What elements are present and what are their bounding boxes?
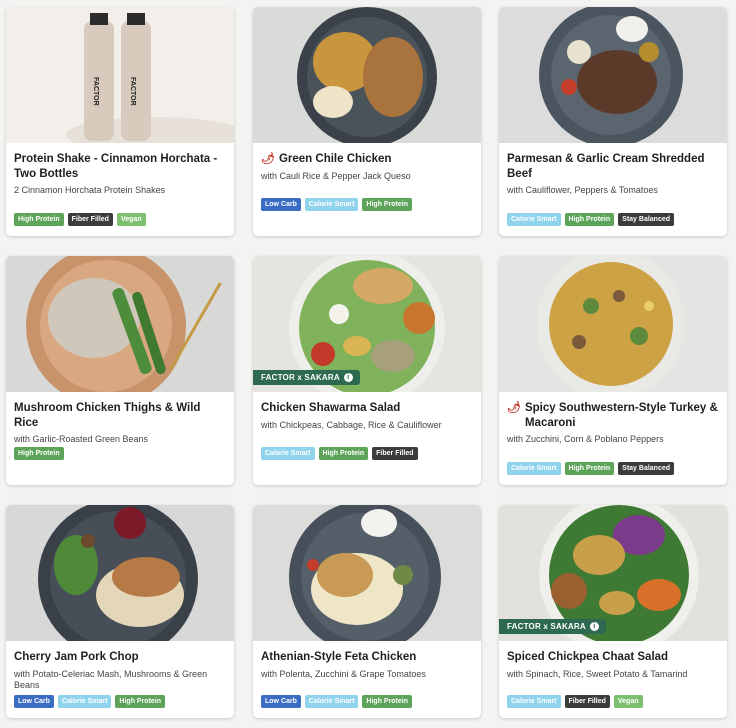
tag-list: Calorie Smart High Protein Fiber Filled [261, 447, 418, 460]
meal-image[interactable] [6, 505, 234, 641]
tag-list: Calorie Smart High Protein Stay Balanced [507, 213, 675, 226]
meal-title[interactable]: Mushroom Chicken Thighs & Wild Rice [14, 401, 226, 430]
tag-high-protein: High Protein [564, 462, 615, 475]
meal-subtitle: with Spinach, Rice, Sweet Potato & Tamar… [507, 668, 688, 679]
meal-image[interactable]: FACTOR x SAKARA i [499, 505, 727, 641]
tag-calorie-smart: Calorie Smart [261, 447, 315, 460]
meal-title-text: Spicy Southwestern-Style Turkey & Macaro… [524, 402, 718, 429]
tag-calorie-smart: Calorie Smart [57, 695, 112, 708]
meal-title-text: Cherry Jam Pork Chop [14, 651, 139, 663]
tag-list: Calorie Smart Fiber Filled Vegan [507, 695, 643, 708]
protein-shake-image: FACTOR FACTOR [6, 7, 234, 143]
tag-high-protein: High Protein [362, 198, 413, 211]
partner-badge-label: FACTOR x SAKARA [507, 622, 586, 631]
meal-card[interactable]: Athenian-Style Feta Chicken with Polenta… [253, 505, 481, 718]
tag-list: High Protein [14, 447, 64, 460]
info-icon[interactable]: i [589, 622, 599, 631]
meal-grid: FACTOR FACTOR Protein Shake - Cinnamon H… [0, 0, 736, 728]
tag-list: Low Carb Calorie Smart High Protein [14, 695, 166, 708]
turkey-macaroni-image [499, 256, 727, 392]
meal-title[interactable]: Athenian-Style Feta Chicken [261, 650, 473, 665]
tag-vegan: Vegan [116, 213, 146, 226]
meal-title[interactable]: 🌶 Green Chile Chicken [261, 152, 473, 167]
tag-high-protein: High Protein [362, 695, 413, 708]
tag-list: Calorie Smart High Protein Stay Balanced [507, 462, 675, 475]
meal-card[interactable]: FACTOR x SAKARA i Chicken Shawarma Salad… [253, 256, 481, 485]
meal-card[interactable]: Parmesan & Garlic Cream Shredded Beef wi… [499, 7, 727, 236]
tag-stay-balanced: Stay Balanced [618, 213, 675, 226]
tag-list: High Protein Fiber Filled Vegan [14, 213, 146, 226]
tag-high-protein: High Protein [318, 447, 369, 460]
meal-image[interactable] [499, 256, 727, 392]
meal-image[interactable] [253, 7, 481, 143]
tag-calorie-smart: Calorie Smart [304, 198, 359, 211]
tag-calorie-smart: Calorie Smart [507, 213, 561, 226]
meal-subtitle: 2 Cinnamon Horchata Protein Shakes [14, 185, 166, 195]
bottle-label: FACTOR [92, 77, 99, 106]
tag-calorie-smart: Calorie Smart [304, 695, 359, 708]
partner-badge: FACTOR x SAKARA i [253, 370, 360, 385]
meal-image[interactable] [499, 7, 727, 143]
meal-subtitle: with Potato-Celeriac Mash, Mushrooms & G… [14, 668, 208, 690]
partner-badge-label: FACTOR x SAKARA [261, 373, 340, 382]
meal-subtitle: with Cauliflower, Peppers & Tomatoes [507, 185, 658, 195]
meal-title[interactable]: 🌶 Spicy Southwestern-Style Turkey & Maca… [507, 401, 719, 430]
tag-fiber-filled: Fiber Filled [67, 213, 113, 226]
shredded-beef-image [499, 7, 727, 143]
pork-chop-image [6, 505, 234, 641]
meal-title-text: Chicken Shawarma Salad [261, 402, 401, 414]
meal-subtitle: with Polenta, Zucchini & Grape Tomatoes [261, 668, 426, 679]
meal-subtitle: with Chickpeas, Cabbage, Rice & Cauliflo… [261, 419, 442, 430]
meal-image[interactable]: FACTOR FACTOR [6, 7, 234, 143]
tag-low-carb: Low Carb [261, 198, 301, 211]
tag-calorie-smart: Calorie Smart [507, 462, 561, 475]
meal-title[interactable]: Parmesan & Garlic Cream Shredded Beef [507, 152, 719, 181]
tag-fiber-filled: Fiber Filled [564, 695, 610, 708]
meal-card[interactable]: 🌶 Spicy Southwestern-Style Turkey & Maca… [499, 256, 727, 485]
meal-subtitle: with Zucchini, Corn & Poblano Peppers [507, 434, 664, 444]
green-chile-chicken-image [253, 7, 481, 143]
tag-high-protein: High Protein [14, 213, 64, 226]
meal-title-text: Parmesan & Garlic Cream Shredded Beef [507, 153, 705, 180]
meal-title-text: Athenian-Style Feta Chicken [261, 651, 417, 663]
meal-title[interactable]: Protein Shake - Cinnamon Horchata - Two … [14, 152, 226, 181]
meal-title-text: Spiced Chickpea Chaat Salad [507, 651, 669, 663]
tag-low-carb: Low Carb [261, 695, 301, 708]
tag-low-carb: Low Carb [14, 695, 54, 708]
meal-card[interactable]: Cherry Jam Pork Chop with Potato-Celeria… [6, 505, 234, 718]
tag-high-protein: High Protein [14, 447, 64, 460]
meal-subtitle: with Cauli Rice & Pepper Jack Queso [261, 170, 411, 181]
meal-card[interactable]: 🌶 Green Chile Chicken with Cauli Rice & … [253, 7, 481, 236]
tag-vegan: Vegan [613, 695, 643, 708]
meal-title-text: Protein Shake - Cinnamon Horchata - Two … [14, 153, 218, 180]
meal-card[interactable]: FACTOR FACTOR Protein Shake - Cinnamon H… [6, 7, 234, 236]
meal-title-text: Mushroom Chicken Thighs & Wild Rice [14, 402, 201, 429]
bottle-label: FACTOR [129, 77, 136, 106]
tag-list: Low Carb Calorie Smart High Protein [261, 198, 413, 211]
partner-badge: FACTOR x SAKARA i [499, 619, 606, 634]
tag-stay-balanced: Stay Balanced [618, 462, 675, 475]
tag-list: Low Carb Calorie Smart High Protein [261, 695, 413, 708]
feta-chicken-image [253, 505, 481, 641]
mushroom-chicken-image [6, 256, 234, 392]
tag-calorie-smart: Calorie Smart [507, 695, 561, 708]
meal-image[interactable]: FACTOR x SAKARA i [253, 256, 481, 392]
meal-image[interactable] [6, 256, 234, 392]
info-icon[interactable]: i [343, 373, 353, 382]
tag-fiber-filled: Fiber Filled [372, 447, 418, 460]
tag-high-protein: High Protein [564, 213, 615, 226]
chili-pepper-icon: 🌶 [507, 402, 521, 414]
meal-subtitle: with Garlic-Roasted Green Beans [14, 434, 149, 444]
chili-pepper-icon: 🌶 [261, 153, 275, 165]
meal-title[interactable]: Spiced Chickpea Chaat Salad [507, 650, 719, 665]
meal-card[interactable]: Mushroom Chicken Thighs & Wild Rice with… [6, 256, 234, 485]
meal-image[interactable] [253, 505, 481, 641]
meal-title-text: Green Chile Chicken [278, 153, 392, 165]
meal-title[interactable]: Chicken Shawarma Salad [261, 401, 473, 416]
meal-card[interactable]: FACTOR x SAKARA i Spiced Chickpea Chaat … [499, 505, 727, 718]
tag-high-protein: High Protein [115, 695, 166, 708]
meal-title[interactable]: Cherry Jam Pork Chop [14, 650, 226, 665]
